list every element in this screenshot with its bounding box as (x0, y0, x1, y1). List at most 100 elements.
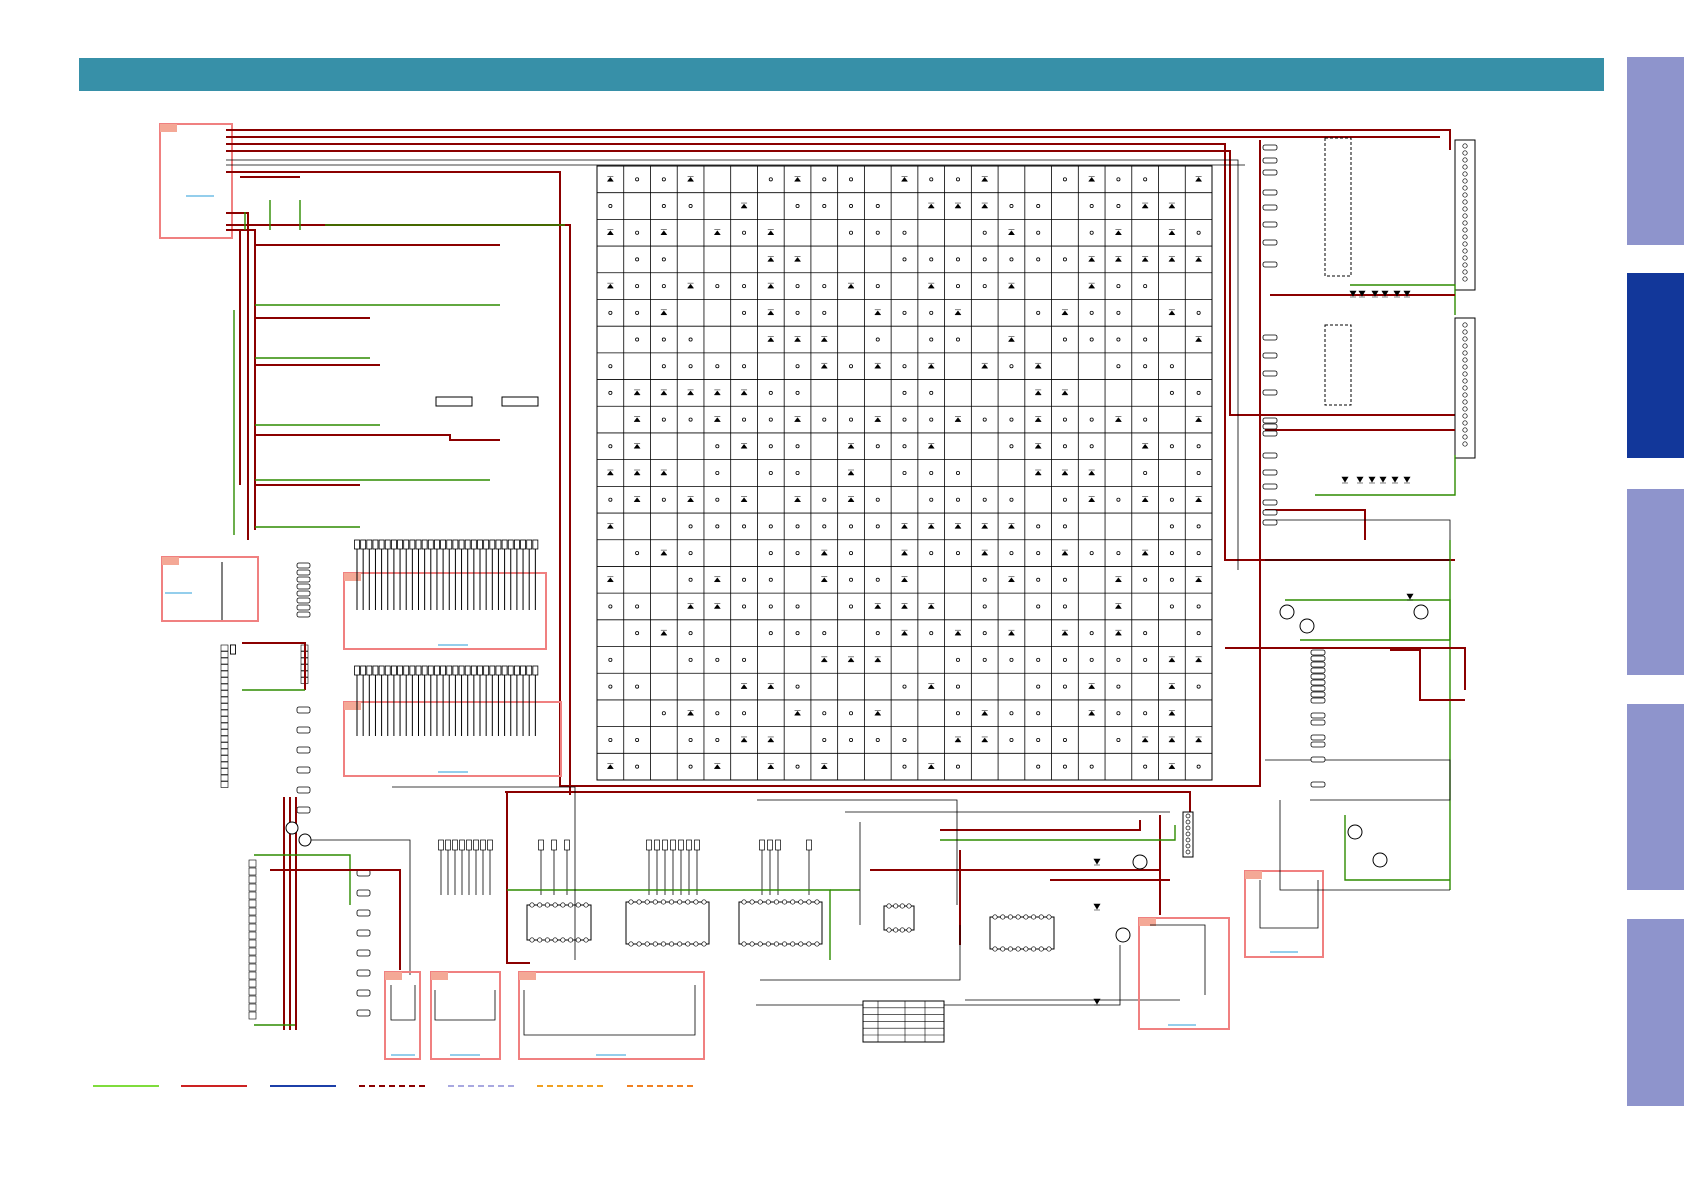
switch-diode-icon (767, 336, 775, 342)
switch-diode-icon (1114, 576, 1122, 583)
switch-contact-icon (1116, 684, 1121, 689)
switch-diode-icon (820, 336, 828, 342)
diode-icon (1356, 476, 1364, 484)
switch-diode-icon (767, 256, 775, 262)
switch-contact-icon (929, 257, 934, 262)
switch-contact-icon (982, 657, 987, 662)
switch-contact-icon (849, 230, 854, 235)
switch-diode-icon (767, 282, 775, 289)
switch-contact-icon (982, 230, 987, 235)
switch-contact-icon (795, 444, 800, 449)
switch-diode-icon (1195, 256, 1203, 262)
switch-contact-icon (902, 257, 907, 262)
switch-contact-icon (929, 631, 934, 636)
switch-diode-icon (633, 443, 641, 449)
switch-contact-icon (1143, 577, 1148, 582)
switch-contact-icon (1089, 337, 1094, 342)
switch-diode-icon (767, 229, 775, 235)
switch-diode-icon (981, 736, 989, 743)
switch-contact-icon (661, 177, 666, 182)
switch-contact-icon (902, 764, 907, 769)
transistor-q5-icon (1279, 604, 1295, 620)
schematic-diagram (159, 123, 1476, 1060)
switch-contact-icon (929, 177, 934, 182)
switch-contact-icon (955, 257, 960, 262)
switch-diode-icon (981, 362, 989, 369)
switch-diode-icon (1007, 336, 1015, 342)
transistor-q6-icon (1299, 618, 1315, 634)
switch-diode-icon (874, 656, 882, 663)
switch-diode-icon (901, 629, 908, 636)
switch-diode-icon (1195, 656, 1203, 663)
switch-contact-icon (1116, 737, 1121, 742)
switch-diode-icon (1088, 710, 1096, 716)
switch-contact-icon (929, 417, 934, 422)
switch-contact-icon (875, 524, 880, 529)
diode-icon (1406, 593, 1414, 601)
switch-diode-icon (981, 202, 989, 209)
switch-contact-icon (795, 284, 800, 289)
switch-contact-icon (902, 737, 907, 742)
diode-icon (1093, 998, 1101, 1006)
switch-contact-icon (1196, 444, 1201, 449)
switch-contact-icon (768, 444, 773, 449)
switch-diode-icon (713, 229, 721, 235)
switch-contact-icon (1143, 337, 1148, 342)
switch-contact-icon (768, 417, 773, 422)
switch-contact-icon (1036, 230, 1041, 235)
switch-contact-icon (1062, 577, 1067, 582)
switch-contact-icon (1089, 551, 1094, 556)
switch-contact-icon (955, 284, 960, 289)
diode-icon (1391, 476, 1399, 484)
switch-contact-icon (1009, 444, 1014, 449)
switch-contact-icon (742, 230, 747, 235)
switch-contact-icon (1116, 364, 1121, 369)
switch-contact-icon (982, 577, 987, 582)
switch-contact-icon (1036, 257, 1041, 262)
switch-contact-icon (875, 204, 880, 209)
pin-header-block-lower (343, 701, 562, 777)
switch-contact-icon (1143, 177, 1148, 182)
switch-contact-icon (688, 204, 693, 209)
switch-contact-icon (1143, 417, 1148, 422)
switch-contact-icon (608, 657, 613, 662)
switch-contact-icon (635, 631, 640, 636)
switch-diode-icon (1195, 416, 1203, 422)
switch-contact-icon (1116, 551, 1121, 556)
switch-contact-icon (661, 257, 666, 262)
diode-icon (1093, 903, 1101, 911)
switch-contact-icon (849, 577, 854, 582)
switch-contact-icon (715, 364, 720, 369)
switch-diode-icon (633, 389, 641, 396)
switch-contact-icon (849, 204, 854, 209)
switch-contact-icon (875, 284, 880, 289)
transistor-q3-icon (1115, 927, 1131, 943)
switch-contact-icon (982, 257, 987, 262)
label-box-2 (501, 396, 539, 407)
switch-contact-icon (902, 470, 907, 475)
switch-diode-icon (713, 603, 721, 609)
switch-diode-icon (660, 469, 668, 476)
switch-diode-icon (767, 309, 775, 316)
switch-contact-icon (715, 711, 720, 716)
switch-contact-icon (661, 711, 666, 716)
switch-contact-icon (1143, 711, 1148, 716)
switch-contact-icon (929, 497, 934, 502)
switch-contact-icon (929, 337, 934, 342)
switch-contact-icon (1089, 417, 1094, 422)
switch-contact-icon (1036, 310, 1041, 315)
transistor-q9-icon (1372, 852, 1388, 868)
switch-diode-icon (927, 202, 935, 209)
switch-diode-icon (794, 416, 802, 422)
switch-contact-icon (1143, 764, 1148, 769)
switch-contact-icon (1169, 524, 1174, 529)
diode-icon (1403, 476, 1411, 484)
switch-contact-icon (822, 711, 827, 716)
switch-contact-icon (1116, 310, 1121, 315)
switch-diode-icon (606, 763, 614, 769)
switch-contact-icon (1116, 711, 1121, 716)
switch-diode-icon (1034, 416, 1042, 422)
switch-diode-icon (740, 443, 748, 449)
connector-block-left-middle (161, 556, 259, 622)
switch-diode-icon (660, 229, 668, 235)
